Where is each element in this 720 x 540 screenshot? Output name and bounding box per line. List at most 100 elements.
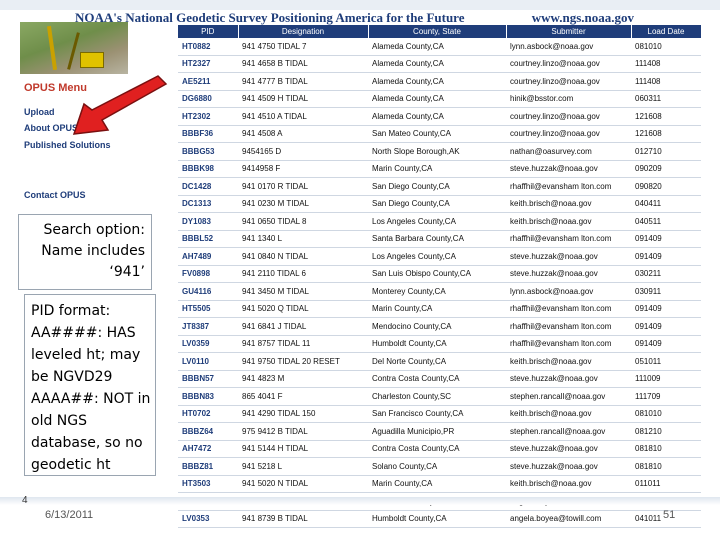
- submitter-cell: keith.brisch@noaa.gov: [506, 475, 631, 493]
- load-date-cell: 040511: [631, 212, 701, 231]
- table-row[interactable]: BBBF36 941 4508 A San Mateo County,CA court…: [178, 125, 701, 143]
- submitter-cell: steve.huzzak@noaa.gov: [506, 160, 631, 178]
- submitter-cell: angela.boyea@towill.com: [506, 510, 631, 528]
- load-date-cell: 081210: [631, 422, 701, 441]
- designation-cell: 941 0230 M TIDAL: [238, 195, 368, 213]
- ngs-url-link[interactable]: www.ngs.noaa.gov: [532, 10, 634, 26]
- table-row[interactable]: DY1083 941 0650 TIDAL 8 Los Angeles County…: [178, 212, 701, 231]
- pid-cell[interactable]: BBBL52: [178, 230, 238, 248]
- table-row[interactable]: DC1428 941 0170 R TIDAL San Diego County,C…: [178, 177, 701, 196]
- designation-cell: 865 4041 F: [238, 387, 368, 406]
- table-row[interactable]: BBBG53 9454165 D North Slope Borough,AK nat…: [178, 142, 701, 161]
- load-date-cell: 111009: [631, 370, 701, 388]
- submitter-cell: stephen.rancall@noaa.gov: [506, 422, 631, 441]
- table-row[interactable]: DC1313 941 0230 M TIDAL San Diego County,C…: [178, 195, 701, 213]
- load-date-cell: 111709: [631, 387, 701, 406]
- search-option-text: Search option: Name includes ‘941’: [41, 222, 145, 280]
- pid-cell[interactable]: HT3503: [178, 475, 238, 493]
- county-state-cell: Del Norte County,CA: [368, 352, 506, 371]
- table-row[interactable]: BBBN83 865 4041 F Charleston County,SC step…: [178, 387, 701, 406]
- column-header[interactable]: County, State: [368, 25, 507, 38]
- pid-cell[interactable]: DC1428: [178, 177, 238, 196]
- designation-cell: 941 0650 TIDAL 8: [238, 212, 368, 231]
- county-state-cell: San Diego County,CA: [368, 195, 506, 213]
- pid-cell[interactable]: AE5211: [178, 72, 238, 91]
- pid-cell[interactable]: BBBZ81: [178, 457, 238, 476]
- pid-cell[interactable]: LV0110: [178, 352, 238, 371]
- column-header[interactable]: PID: [178, 25, 239, 38]
- table-row[interactable]: HT2302 941 4510 A TIDAL Alameda County,CA c…: [178, 107, 701, 126]
- pid-cell[interactable]: BBBZ64: [178, 422, 238, 441]
- column-header[interactable]: Load Date: [631, 25, 702, 38]
- pid-cell[interactable]: BBBN83: [178, 387, 238, 406]
- pid-cell[interactable]: AH7472: [178, 440, 238, 458]
- county-state-cell: Alameda County,CA: [368, 107, 506, 126]
- pid-cell[interactable]: BBBK98: [178, 160, 238, 178]
- pid-cell[interactable]: LV0359: [178, 335, 238, 353]
- pid-cell[interactable]: GU4116: [178, 282, 238, 301]
- table-row[interactable]: BBBN57 941 4823 M Contra Costa County,CA st…: [178, 370, 701, 388]
- table-row[interactable]: HT5505 941 5020 Q TIDAL Marin County,CA rha…: [178, 300, 701, 318]
- county-state-cell: Alameda County,CA: [368, 38, 506, 56]
- pid-cell[interactable]: HT2327: [178, 55, 238, 73]
- table-row[interactable]: BBBK98 9414958 F Marin County,CA steve.huzz…: [178, 160, 701, 178]
- submitter-cell: rhaffhil@evansham lton.com: [506, 300, 631, 318]
- load-date-cell: 091409: [631, 300, 701, 318]
- pid-cell[interactable]: BBBN57: [178, 370, 238, 388]
- published-solutions-table: PID Designation County, State Submitter …: [178, 25, 702, 528]
- pid-cell[interactable]: BBBF36: [178, 125, 238, 143]
- pid-cell[interactable]: AH7489: [178, 247, 238, 266]
- county-state-cell: Los Angeles County,CA: [368, 212, 506, 231]
- table-row[interactable]: HT2327 941 4658 B TIDAL Alameda County,CA c…: [178, 55, 701, 73]
- table-row[interactable]: FV0898 941 2110 TIDAL 6 San Luis Obispo Co…: [178, 265, 701, 283]
- pid-cell[interactable]: DY1083: [178, 212, 238, 231]
- pid-cell[interactable]: DG6880: [178, 90, 238, 108]
- table-row[interactable]: HT0882 941 4750 TIDAL 7 Alameda County,CA l…: [178, 38, 701, 56]
- table-row[interactable]: AH7472 941 5144 H TIDAL Contra Costa Count…: [178, 440, 701, 458]
- table-row[interactable]: LV0110 941 9750 TIDAL 20 RESET Del Norte C…: [178, 352, 701, 371]
- table-row[interactable]: JT8387 941 6841 J TIDAL Mendocino County,C…: [178, 317, 701, 336]
- pid-cell[interactable]: BBBG53: [178, 142, 238, 161]
- load-date-cell: 121608: [631, 107, 701, 126]
- pid-cell[interactable]: HT2302: [178, 107, 238, 126]
- menu-item-contact-opus[interactable]: Contact OPUS: [24, 190, 86, 200]
- noaa-title: NOAA's National Geodetic Survey Position…: [75, 10, 465, 25]
- table-row[interactable]: LV0359 941 8757 TIDAL 11 Humboldt County,C…: [178, 335, 701, 353]
- table-row[interactable]: BBBZ64 975 9412 B TIDAL Aguadilla Municipi…: [178, 422, 701, 441]
- menu-item-upload[interactable]: Upload: [24, 107, 55, 117]
- pid-cell[interactable]: LV0353: [178, 510, 238, 528]
- column-header[interactable]: Designation: [238, 25, 369, 38]
- load-date-cell: 051011: [631, 352, 701, 371]
- county-state-cell: San Francisco County,CA: [368, 405, 506, 423]
- pid-cell[interactable]: HT5505: [178, 300, 238, 318]
- field-photo: [20, 22, 128, 74]
- pid-cell[interactable]: HT0702: [178, 405, 238, 423]
- menu-item-published-solutions[interactable]: Published Solutions: [24, 140, 111, 150]
- load-date-cell: 111408: [631, 72, 701, 91]
- column-header[interactable]: Submitter: [506, 25, 632, 38]
- load-date-cell: 011011: [631, 475, 701, 493]
- table-row[interactable]: AE5211 941 4777 B TIDAL Alameda County,CA c…: [178, 72, 701, 91]
- load-date-cell: 040411: [631, 195, 701, 213]
- county-state-cell: Aguadilla Municipio,PR: [368, 422, 506, 441]
- designation-cell: 975 9412 B TIDAL: [238, 422, 368, 441]
- table-row[interactable]: BBBZ81 941 5218 L Solano County,CA steve.hu…: [178, 457, 701, 476]
- table-row[interactable]: HT3503 941 5020 N TIDAL Marin County,CA kei…: [178, 475, 701, 493]
- designation-cell: 941 4777 B TIDAL: [238, 72, 368, 91]
- submitter-cell: stephen.rancall@noaa.gov: [506, 387, 631, 406]
- pid-cell[interactable]: DC1313: [178, 195, 238, 213]
- table-row[interactable]: DG6880 941 4509 H TIDAL Alameda County,CA h…: [178, 90, 701, 108]
- pid-format-callout: PID format: AA####: HAS leveled ht; may …: [24, 294, 156, 476]
- table-row[interactable]: AH7489 941 0840 N TIDAL Los Angeles County…: [178, 247, 701, 266]
- table-row[interactable]: GU4116 941 3450 M TIDAL Monterey County,CA…: [178, 282, 701, 301]
- load-date-cell: 091409: [631, 230, 701, 248]
- pid-cell[interactable]: FV0898: [178, 265, 238, 283]
- table-row[interactable]: HT0702 941 4290 TIDAL 150 San Francisco Co…: [178, 405, 701, 423]
- pid-cell[interactable]: HT0882: [178, 38, 238, 56]
- top-bar: [0, 0, 720, 10]
- load-date-cell: 091409: [631, 317, 701, 336]
- pid-cell[interactable]: JT8387: [178, 317, 238, 336]
- table-row[interactable]: BBBL52 941 1340 L Santa Barbara County,CA r…: [178, 230, 701, 248]
- designation-cell: 9414958 F: [238, 160, 368, 178]
- table-row[interactable]: LV0353 941 8739 B TIDAL Humboldt County,CA…: [178, 510, 701, 528]
